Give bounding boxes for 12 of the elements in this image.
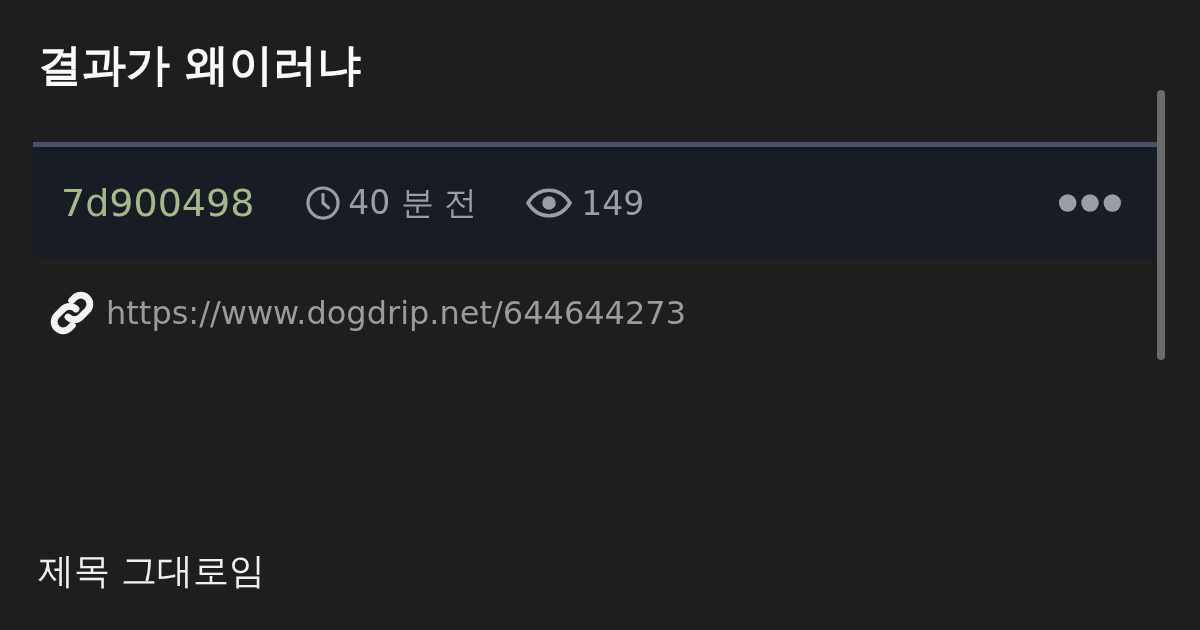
more-icon xyxy=(1058,193,1122,213)
post-body-text: 제목 그대로임 xyxy=(38,549,266,593)
link-icon xyxy=(48,289,96,337)
scrollbar-thumb[interactable] xyxy=(1157,90,1165,360)
post-time: 40 분 전 xyxy=(348,181,478,224)
view-count: 149 xyxy=(581,183,645,223)
post-title: 결과가 왜이러냐 xyxy=(38,38,362,92)
author-name[interactable]: 7d900498 xyxy=(61,181,255,225)
clock-icon xyxy=(304,184,343,222)
eye-icon xyxy=(525,188,574,218)
post-url-link[interactable]: https://www.dogdrip.net/644644273 xyxy=(106,294,687,332)
more-button[interactable] xyxy=(1058,193,1122,213)
